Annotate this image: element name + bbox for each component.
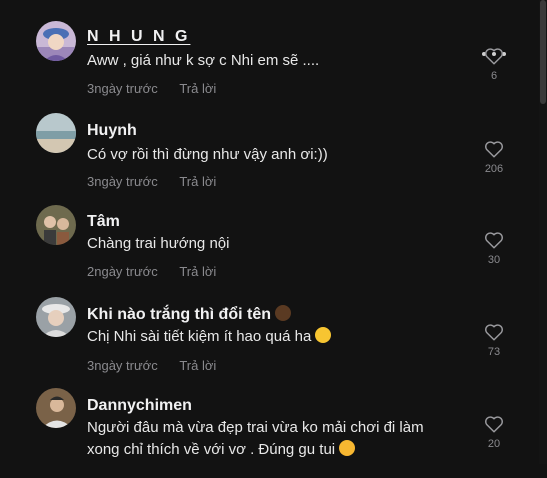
- author-name: Khi nào trắng thì đổi tên: [87, 306, 271, 323]
- reply-button[interactable]: Trả lời: [179, 81, 216, 96]
- like-button[interactable]: 73: [478, 323, 510, 359]
- comment-text: Chàng trai hướng nội: [87, 235, 230, 252]
- comment-text: Người đâu mà vừa đẹp trai vừa ko mải chơ…: [87, 419, 424, 436]
- smiling-hearts-emoji-icon: [339, 440, 356, 456]
- avatar-girl-blue-hat-icon: [36, 21, 76, 61]
- comment-author[interactable]: Khi nào trắng thì đổi tên: [87, 305, 291, 325]
- heart-outline-icon: [485, 141, 503, 158]
- comment-time: 3ngày trước: [87, 174, 158, 189]
- comment-list: N H U N G Aww , giá như k sợ c Nhi em sẽ…: [0, 0, 547, 464]
- reply-button[interactable]: Trả lời: [179, 358, 216, 373]
- comment-text-line2: xong chỉ thích về với vơ . Đúng gu tui: [87, 439, 356, 461]
- comment-author[interactable]: Tâm: [87, 212, 120, 232]
- heart-outline-icon: [485, 324, 503, 341]
- comment-item: Huynh Có vợ rồi thì đừng như vậy anh ơi:…: [0, 113, 540, 203]
- scrollbar[interactable]: [539, 0, 547, 464]
- comment-text-body: xong chỉ thích về với vơ . Đúng gu tui: [87, 441, 336, 458]
- comment-text: Aww , giá như k sợ c Nhi em sẽ ....: [87, 52, 320, 69]
- heart-outline-icon: [485, 232, 503, 249]
- comment-time: 3ngày trước: [87, 81, 158, 96]
- comment-item: Dannychimen Người đâu mà vừa đẹp trai vừ…: [0, 388, 540, 478]
- like-button[interactable]: 20: [478, 415, 510, 451]
- comment-author[interactable]: Huynh: [87, 121, 137, 141]
- comment-item: N H U N G Aww , giá như k sợ c Nhi em sẽ…: [0, 21, 540, 111]
- comment-meta: 3ngày trước Trả lời: [87, 358, 216, 374]
- comment-time: 2ngày trước: [87, 264, 158, 279]
- avatar-couple-photo-icon: [36, 205, 76, 245]
- dark-skin-face-emoji-icon: [274, 305, 291, 321]
- comment-item: Tâm Chàng trai hướng nội 2ngày trước Trả…: [0, 205, 540, 295]
- like-button[interactable]: 206: [478, 140, 510, 176]
- scrollbar-thumb[interactable]: [540, 0, 546, 104]
- avatar[interactable]: [36, 388, 76, 428]
- avatar[interactable]: [36, 205, 76, 245]
- like-button[interactable]: 30: [478, 231, 510, 267]
- comment-text: Chị Nhi sài tiết kiệm ít hao quá ha: [87, 326, 332, 348]
- avatar[interactable]: [36, 113, 76, 153]
- heart-outline-icon: [485, 416, 503, 433]
- comment-text: Có vợ rồi thì đừng như vậy anh ơi:)): [87, 146, 328, 163]
- comment-time: 3ngày trước: [87, 358, 158, 373]
- like-count: 20: [487, 438, 501, 450]
- comment-meta: 2ngày trước Trả lời: [87, 264, 216, 280]
- like-count: 73: [487, 346, 501, 358]
- grinning-sweat-emoji-icon: [315, 327, 332, 343]
- comment-author[interactable]: Dannychimen: [87, 396, 192, 416]
- avatar[interactable]: [36, 297, 76, 337]
- comment-meta: 3ngày trước Trả lời: [87, 81, 216, 97]
- comment-text-body: Chị Nhi sài tiết kiệm ít hao quá ha: [87, 328, 312, 345]
- avatar-girl-hat-icon: [36, 297, 76, 337]
- like-button[interactable]: 6: [478, 47, 510, 83]
- avatar-man-photo-icon: [36, 388, 76, 428]
- comment-author[interactable]: N H U N G: [87, 27, 190, 47]
- like-count: 30: [487, 254, 501, 266]
- reply-button[interactable]: Trả lời: [179, 174, 216, 189]
- heart-outline-icon: [485, 48, 503, 65]
- comment-item: Khi nào trắng thì đổi tên Chị Nhi sài ti…: [0, 297, 540, 387]
- like-count: 6: [490, 70, 498, 82]
- comment-meta: 3ngày trước Trả lời: [87, 174, 216, 190]
- reply-button[interactable]: Trả lời: [179, 264, 216, 279]
- like-count: 206: [484, 163, 504, 175]
- avatar-beach-sky-icon: [36, 113, 76, 153]
- avatar[interactable]: [36, 21, 76, 61]
